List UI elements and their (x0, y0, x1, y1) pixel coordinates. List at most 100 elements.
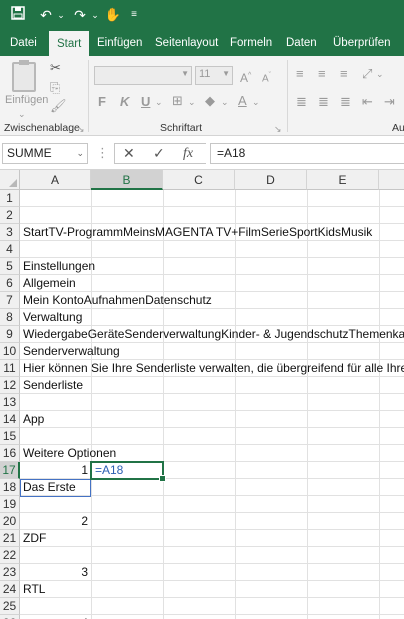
align-left-icon[interactable]: ≣ (296, 94, 307, 110)
cell-a12[interactable]: Senderliste (23, 378, 83, 392)
align-middle-icon[interactable]: ≡ (318, 66, 326, 82)
cell-a3[interactable]: StartTV-ProgrammMeinsMAGENTA TV+FilmSeri… (23, 225, 372, 239)
cell-a23[interactable]: 3 (20, 565, 88, 579)
font-size-select[interactable]: 11 ▼ (195, 66, 233, 85)
borders-dropdown-icon[interactable]: ⌄ (188, 94, 196, 110)
tab-einfuegen[interactable]: Einfügen (97, 30, 142, 56)
row-header-23[interactable]: 23 (0, 564, 20, 581)
column-header-f[interactable] (379, 170, 404, 190)
shrink-font-icon[interactable]: Aˇ (262, 68, 271, 87)
cell-a8[interactable]: Verwaltung (23, 310, 82, 324)
format-painter-icon[interactable]: 🖌 (50, 98, 67, 114)
row-header-26[interactable]: 26 (0, 615, 20, 619)
align-center-icon[interactable]: ≣ (318, 94, 329, 110)
row-header-25[interactable]: 25 (0, 598, 20, 615)
worksheet-grid[interactable]: A B C D E 1 2 3 4 5 6 7 8 9 10 11 12 13 14 15 16 17 18 19 2… (0, 170, 404, 619)
paste-icon[interactable] (12, 60, 36, 92)
tab-start[interactable]: Start (49, 31, 90, 56)
row-header-22[interactable]: 22 (0, 547, 20, 564)
select-all-button[interactable] (0, 170, 20, 190)
row-header-24[interactable]: 24 (0, 581, 20, 598)
redo-dropdown-icon[interactable]: ⌄ (90, 5, 100, 25)
row-header-15[interactable]: 15 (0, 428, 20, 445)
tab-seitenlayout[interactable]: Seitenlayout (155, 30, 218, 56)
row-header-19[interactable]: 19 (0, 496, 20, 513)
row-header-12[interactable]: 12 (0, 377, 20, 394)
undo-dropdown-icon[interactable]: ⌄ (56, 5, 66, 25)
align-bottom-icon[interactable]: ≡ (340, 66, 348, 82)
cell-a11[interactable]: Hier können Sie Ihre Senderliste verwalt… (23, 361, 404, 375)
row-header-3[interactable]: 3 (0, 224, 20, 241)
font-color-button[interactable]: A (238, 93, 247, 109)
cell-a18[interactable]: Das Erste (23, 480, 76, 494)
clipboard-launcher-icon[interactable]: ↘ (77, 121, 85, 137)
font-color-dropdown-icon[interactable]: ⌄ (252, 94, 260, 110)
tab-datei[interactable]: Datei (10, 30, 37, 56)
column-header-b[interactable]: B (91, 170, 163, 190)
row-header-11[interactable]: 11 (0, 360, 20, 377)
cell-a9[interactable]: WiedergabeGeräteSenderverwaltungKinder- … (23, 327, 404, 341)
cell-a16[interactable]: Weitere Optionen (23, 446, 116, 460)
cell-a20[interactable]: 2 (20, 514, 88, 528)
row-header-6[interactable]: 6 (0, 275, 20, 292)
row-header-18[interactable]: 18 (0, 479, 20, 496)
row-header-2[interactable]: 2 (0, 207, 20, 224)
fill-color-icon[interactable]: ◆ (205, 93, 215, 109)
borders-icon[interactable]: ⊞ (172, 93, 183, 109)
formula-input[interactable]: =A18 (210, 143, 404, 164)
cell-a24[interactable]: RTL (23, 582, 45, 596)
column-header-a[interactable]: A (20, 170, 91, 190)
row-header-16[interactable]: 16 (0, 445, 20, 462)
fill-color-dropdown-icon[interactable]: ⌄ (221, 94, 229, 110)
cancel-icon[interactable]: ✕ (123, 144, 135, 163)
increase-indent-icon[interactable]: ⇥ (384, 94, 395, 110)
column-header-c[interactable]: C (163, 170, 235, 190)
column-header-d[interactable]: D (235, 170, 307, 190)
underline-dropdown-icon[interactable]: ⌄ (155, 94, 163, 110)
row-header-1[interactable]: 1 (0, 190, 20, 207)
cell-a17[interactable]: 1 (20, 463, 88, 477)
tab-ueberpruefen[interactable]: Überprüfen (333, 30, 391, 56)
font-name-select[interactable]: ▼ (94, 66, 192, 85)
paste-button[interactable]: Einfügen (5, 92, 48, 108)
copy-icon[interactable]: ⎘ (50, 80, 60, 96)
cell-a14[interactable]: App (23, 412, 44, 426)
save-icon[interactable] (8, 5, 28, 25)
active-cell-b17[interactable]: =A18 (90, 461, 166, 482)
column-header-e[interactable]: E (307, 170, 379, 190)
row-header-14[interactable]: 14 (0, 411, 20, 428)
tab-daten[interactable]: Daten (286, 30, 317, 56)
cell-a6[interactable]: Allgemein (23, 276, 76, 290)
italic-button[interactable]: K (120, 94, 129, 110)
decrease-indent-icon[interactable]: ⇤ (362, 94, 373, 110)
insert-function-icon[interactable]: fx (183, 144, 193, 163)
orientation-icon[interactable]: ⤢ (362, 66, 372, 82)
cell-a21[interactable]: ZDF (23, 531, 46, 545)
row-header-17[interactable]: 17 (0, 462, 20, 479)
cut-icon[interactable]: ✂ (50, 60, 61, 76)
tab-formeln[interactable]: Formeln (230, 30, 272, 56)
customize-icon[interactable]: ≡ (128, 5, 140, 25)
cell-a10[interactable]: Senderverwaltung (23, 344, 120, 358)
row-header-5[interactable]: 5 (0, 258, 20, 275)
bold-button[interactable]: F (98, 94, 106, 110)
grow-font-icon[interactable]: A^ (240, 68, 251, 86)
undo-icon[interactable]: ↶ (36, 5, 56, 25)
name-box[interactable]: SUMME ⌄ (2, 143, 88, 164)
row-header-8[interactable]: 8 (0, 309, 20, 326)
align-top-icon[interactable]: ≡ (296, 66, 304, 82)
font-launcher-icon[interactable]: ↘ (274, 121, 282, 137)
orientation-dropdown-icon[interactable]: ⌄ (376, 66, 384, 82)
row-header-4[interactable]: 4 (0, 241, 20, 258)
align-right-icon[interactable]: ≣ (340, 94, 351, 110)
row-header-13[interactable]: 13 (0, 394, 20, 411)
row-header-10[interactable]: 10 (0, 343, 20, 360)
enter-icon[interactable]: ✓ (153, 144, 165, 163)
row-header-7[interactable]: 7 (0, 292, 20, 309)
redo-icon[interactable]: ↷ (70, 5, 90, 25)
paste-dropdown-icon[interactable]: ⌄ (18, 106, 26, 122)
cell-a7[interactable]: Mein KontoAufnahmenDatenschutz (23, 293, 212, 307)
touch-mode-icon[interactable]: ✋ (104, 5, 122, 25)
row-header-9[interactable]: 9 (0, 326, 20, 343)
cell-a5[interactable]: Einstellungen (23, 259, 95, 273)
